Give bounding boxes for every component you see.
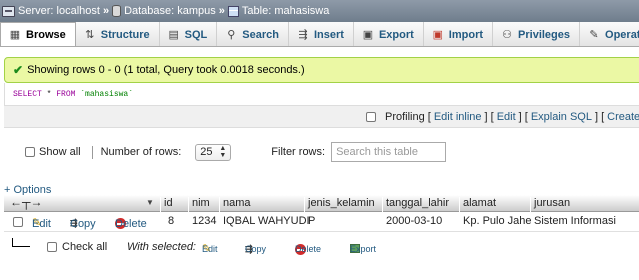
bulk-actions-bar: Check all With selected: ✎ Edit ⇶ Copy D… <box>4 238 639 255</box>
cell-tanggal-lahir[interactable]: 2000-03-10 <box>386 215 442 227</box>
tab-operations[interactable]: ✎ Operations <box>580 22 639 46</box>
row-delete-label: Delete <box>115 218 147 230</box>
tab-import[interactable]: ▣ Import <box>424 22 494 46</box>
success-message-text: Showing rows 0 - 0 (1 total, Query took … <box>27 64 305 76</box>
table-icon <box>227 5 239 17</box>
breadcrumb: Server: localhost » Database: kampus » T… <box>0 0 639 22</box>
browse-icon: ▦ <box>9 29 21 41</box>
sql-icon: ▤ <box>168 28 179 41</box>
profiling-checkbox[interactable] <box>366 111 376 122</box>
cell-jurusan[interactable]: Sistem Informasi <box>534 215 616 227</box>
table-row: ✎ Edit ⇶ Copy Delete 8 1234 IQBAL WAHYUD… <box>4 212 639 232</box>
success-message: ✔ Showing rows 0 - 0 (1 total, Query too… <box>4 57 639 83</box>
structure-icon: ⇅ <box>85 28 95 41</box>
export-icon: ▣ <box>362 28 374 41</box>
server-icon <box>2 5 15 17</box>
rows-label: Number of rows: <box>100 146 182 158</box>
cell-jenis-kelamin[interactable]: P <box>308 215 315 227</box>
rows-per-page-select[interactable]: 25 ▲ ▼ <box>195 143 232 161</box>
filter-label: Filter rows: <box>271 146 326 158</box>
column-header-jurusan[interactable]: jurusan <box>534 197 570 209</box>
navigation-row: Show all Number of rows: 25 ▲ ▼ Filter ro… <box>25 142 447 162</box>
column-header-jenis-kelamin[interactable]: jenis_kelamin <box>308 197 375 209</box>
filter-rows-input[interactable]: Search this table <box>331 142 447 162</box>
show-all-label: Show all <box>39 146 81 158</box>
database-icon <box>112 5 122 17</box>
bracket-arrow-icon <box>12 238 30 247</box>
tab-label: Export <box>378 28 414 41</box>
bulk-copy-label: Copy <box>245 244 267 254</box>
check-all-checkbox[interactable] <box>47 242 57 252</box>
tab-label: Import <box>448 28 484 41</box>
cell-alamat[interactable]: Kp. Pulo Jahe <box>463 215 532 227</box>
column-header-id[interactable]: id <box>164 197 173 209</box>
import-icon: ▣ <box>432 28 443 41</box>
column-header-tanggal-lahir[interactable]: tanggal_lahir <box>386 197 449 209</box>
row-copy-label: Copy <box>70 218 96 230</box>
cell-nama[interactable]: IQBAL WAHYUDI <box>223 215 310 227</box>
tab-label: Privileges <box>518 28 571 41</box>
tab-export[interactable]: ▣ Export <box>354 22 424 46</box>
column-header-alamat[interactable]: alamat <box>463 197 496 209</box>
create-php-link[interactable]: Create PHP <box>607 111 639 123</box>
breadcrumb-server[interactable]: Server: localhost <box>2 5 100 17</box>
cell-id[interactable]: 8 <box>168 215 174 227</box>
edit-inline-link[interactable]: Edit inline <box>434 111 482 123</box>
sql-query-text[interactable]: SELECT * FROM `mahasiswa` <box>13 90 133 99</box>
tab-label: Operations <box>605 28 639 41</box>
tab-search[interactable]: ⚲ Search <box>217 22 289 46</box>
breadcrumb-table-label[interactable]: Table: mahasiswa <box>242 5 329 17</box>
breadcrumb-separator: » <box>218 5 225 17</box>
with-selected-label: With selected: <box>127 241 196 253</box>
tab-label: SQL <box>184 28 208 41</box>
privileges-icon: ⚇ <box>502 28 512 41</box>
divider <box>91 145 93 159</box>
sql-star: * <box>41 90 57 99</box>
bulk-delete-label: Delete <box>295 244 322 254</box>
search-icon: ⚲ <box>227 28 236 41</box>
tab-bar: ▦ Browse ⇅ Structure ▤ SQL ⚲ Search ⇶ In… <box>0 22 639 47</box>
sql-keyword-select: SELECT <box>13 90 42 99</box>
sql-actions-bar: Profiling [Edit inline] [ Edit] [ Explai… <box>4 105 639 127</box>
tab-sql[interactable]: ▤ SQL <box>160 22 218 46</box>
bulk-export-label: Export <box>350 244 377 254</box>
profiling-label: Profiling <box>385 110 425 123</box>
tab-privileges[interactable]: ⚇ Privileges <box>493 22 581 46</box>
column-header-nama[interactable]: nama <box>223 197 251 209</box>
tab-structure[interactable]: ⇅ Structure <box>76 22 160 46</box>
show-all-checkbox[interactable] <box>25 147 35 157</box>
insert-icon: ⇶ <box>298 28 308 41</box>
breadcrumb-server-label[interactable]: Server: localhost <box>18 5 100 17</box>
breadcrumb-database-label[interactable]: Database: kampus <box>124 5 216 17</box>
column-expand-icon[interactable]: ←┬→ <box>10 195 43 209</box>
check-all-label: Check all <box>62 241 108 253</box>
sql-table-name: `mahasiswa` <box>75 90 134 99</box>
tab-label: Insert <box>313 28 344 41</box>
chevron-down-icon: ▲ ▼ <box>219 145 227 159</box>
column-header-nim[interactable]: nim <box>192 197 210 209</box>
results-table: ←┬→ ▼ id nim nama jenis_kelamin tanggal_… <box>4 195 639 232</box>
sql-keyword-from: FROM <box>56 90 76 99</box>
edit-sql-link[interactable]: Edit <box>497 111 516 123</box>
tab-label: Browse <box>26 29 66 41</box>
bulk-edit-label: Edit <box>202 244 218 254</box>
row-edit-label: Edit <box>32 218 51 230</box>
checkmark-icon: ✔ <box>13 63 24 77</box>
tab-label: Search <box>242 28 279 41</box>
rows-per-page-value: 25 <box>200 146 213 158</box>
table-header: ←┬→ ▼ id nim nama jenis_kelamin tanggal_… <box>4 195 639 214</box>
cell-nim[interactable]: 1234 <box>192 215 216 227</box>
sort-dropdown-icon[interactable]: ▼ <box>146 198 154 207</box>
explain-sql-link[interactable]: Explain SQL <box>531 111 592 123</box>
operations-icon: ✎ <box>589 28 599 41</box>
tab-browse[interactable]: ▦ Browse <box>0 22 76 46</box>
breadcrumb-table[interactable]: Table: mahasiswa <box>227 5 329 17</box>
breadcrumb-database[interactable]: Database: kampus <box>112 5 216 17</box>
breadcrumb-separator: » <box>102 5 110 17</box>
tab-insert[interactable]: ⇶ Insert <box>289 22 354 46</box>
tab-label: Structure <box>100 28 150 41</box>
row-select-checkbox[interactable] <box>13 217 23 227</box>
